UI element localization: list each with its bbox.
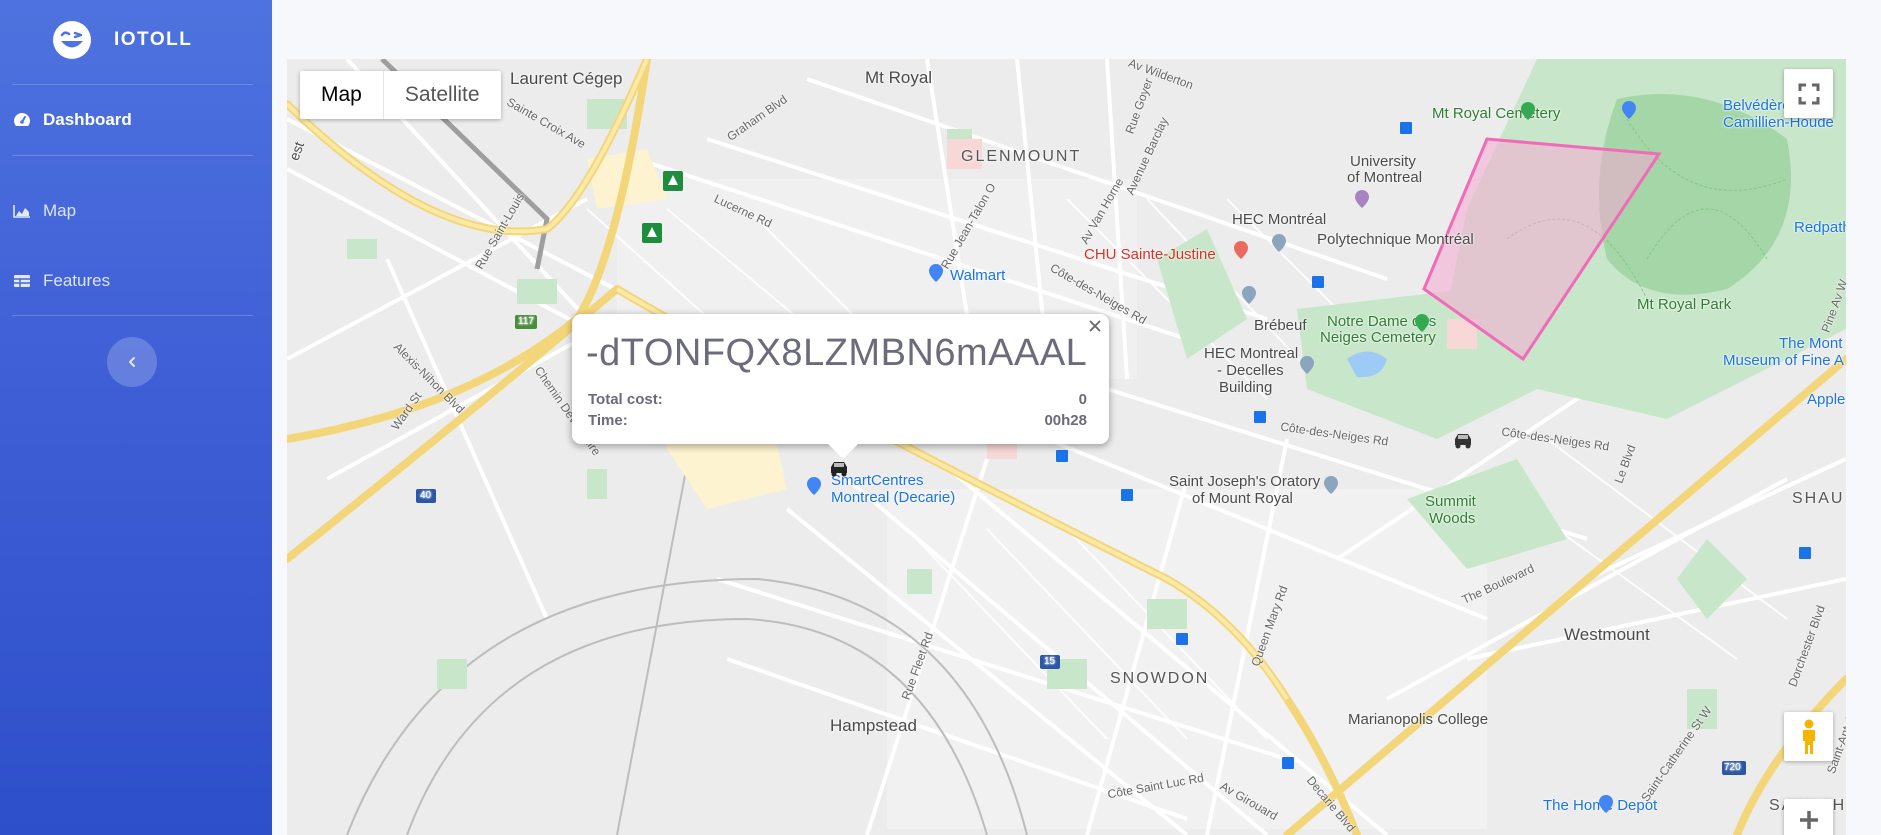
info-label: Time:	[588, 412, 628, 429]
sidebar-toggle-button[interactable]	[107, 337, 157, 387]
vehicle-id-title: -dTONFQX8LZMBN6mAAAL	[586, 332, 1088, 374]
hospital-pin-icon	[1234, 241, 1248, 259]
map-label: Museum of Fine A	[1723, 352, 1844, 369]
park-pin-icon	[1521, 102, 1535, 120]
map-label: Redpath M	[1794, 219, 1846, 236]
close-icon[interactable]	[1087, 318, 1103, 334]
brand[interactable]: IOTOLL	[52, 20, 192, 60]
info-row-total-cost: Total cost: 0	[588, 391, 1087, 408]
map-label: SNOWDON	[1110, 670, 1210, 687]
map-label: Westmount	[1564, 625, 1650, 644]
car-marker-icon[interactable]	[828, 459, 850, 477]
map-label: Building	[1219, 379, 1273, 396]
shopping-pin-icon	[929, 264, 943, 282]
map-label: of Montreal	[1347, 169, 1423, 186]
sidebar-item-features[interactable]: Features	[13, 271, 110, 291]
highway-label: 40	[420, 490, 432, 501]
info-label: Total cost:	[588, 391, 663, 408]
map-label: Summit	[1425, 493, 1476, 510]
highway-label: 720	[1724, 762, 1741, 773]
metro-icon	[1056, 450, 1068, 462]
plus-icon	[1799, 811, 1818, 829]
map-tiles	[287, 59, 1846, 835]
gauge-icon	[13, 111, 31, 129]
brand-name: IOTOLL	[114, 29, 193, 50]
train-station-icon	[642, 223, 662, 243]
map-label: Mt Royal Park	[1637, 296, 1732, 313]
highway-label: 15	[1044, 656, 1056, 667]
school-pin-icon	[1355, 190, 1369, 208]
fullscreen-button[interactable]	[1784, 69, 1833, 118]
viewpoint-pin-icon	[1622, 101, 1636, 119]
metro-icon	[1176, 633, 1188, 645]
metro-icon	[1312, 276, 1324, 288]
metro-icon	[1282, 757, 1294, 769]
map-label: SHAU	[1792, 490, 1845, 507]
pegman-icon	[1802, 719, 1815, 754]
park-pin-icon	[1415, 314, 1429, 332]
table-icon	[13, 272, 31, 290]
zoom-in-button[interactable]	[1784, 799, 1833, 835]
map-label: University	[1350, 153, 1416, 170]
area-chart-icon	[13, 202, 31, 220]
map-label: Marianopolis College	[1348, 711, 1489, 728]
sidebar-item-label: Map	[43, 201, 77, 220]
shopping-pin-icon	[1599, 795, 1613, 813]
map-label: The Mont	[1779, 335, 1843, 352]
chevron-left-icon	[129, 357, 135, 367]
sidebar-item-dashboard[interactable]: Dashboard	[13, 110, 132, 130]
metro-icon	[1799, 547, 1811, 559]
laughing-face-logo-icon	[53, 21, 91, 59]
map-label: Mt Royal Cemetery	[1432, 105, 1561, 122]
metro-icon	[1254, 411, 1266, 423]
school-pin-icon	[1300, 356, 1314, 374]
map-label: HEC Montreal	[1204, 345, 1299, 362]
info-value: 00h28	[1044, 412, 1087, 429]
map-label: Montreal (Decarie)	[831, 489, 956, 506]
shopping-pin-icon	[807, 477, 821, 495]
sidebar-divider	[12, 155, 253, 156]
map-canvas[interactable]: 117 40 15 720 Mt Royal GLENMOUNT Laurent…	[287, 59, 1846, 835]
sidebar: IOTOLL Dashboard Map Features	[0, 0, 272, 835]
school-pin-icon	[1272, 234, 1286, 252]
map-label: Polytechnique Montréal	[1317, 231, 1474, 248]
map-label: Woods	[1429, 510, 1476, 527]
landmark-pin-icon	[1324, 476, 1338, 494]
map-label: GLENMOUNT	[961, 148, 1082, 165]
vehicle-info-window: -dTONFQX8LZMBN6mAAAL Total cost: 0 Time:…	[572, 314, 1109, 459]
sidebar-divider	[12, 84, 253, 85]
map-label: Apple	[1807, 391, 1846, 408]
metro-icon	[1121, 489, 1133, 501]
map-label: Saint Joseph's Oratory	[1169, 473, 1321, 490]
info-value: 0	[1078, 391, 1087, 408]
sidebar-divider	[12, 315, 253, 316]
map-label: Belvédère	[1723, 97, 1791, 114]
metro-icon	[1400, 122, 1412, 134]
school-pin-icon	[1242, 286, 1256, 304]
map-type-control: Map Satellite	[300, 71, 501, 119]
map-label: of Mount Royal	[1192, 490, 1293, 507]
map-label: HEC Montréal	[1232, 211, 1327, 228]
highway-label: 117	[518, 316, 534, 327]
map-label: Mt Royal	[865, 68, 933, 87]
sidebar-item-label: Dashboard	[43, 110, 132, 129]
map-label: - Decelles	[1217, 362, 1284, 379]
info-row-time: Time: 00h28	[588, 412, 1087, 429]
street-view-button[interactable]	[1784, 712, 1833, 761]
map-label: Laurent Cégep	[510, 69, 623, 88]
map-label: Hampstead	[830, 716, 917, 735]
map-label: Brébeuf	[1254, 317, 1307, 334]
sidebar-item-map[interactable]: Map	[13, 201, 76, 221]
fullscreen-icon	[1798, 83, 1819, 104]
map-label: Walmart	[950, 267, 1006, 284]
train-station-icon	[663, 171, 683, 191]
sidebar-item-label: Features	[43, 271, 111, 290]
map-type-satellite-button[interactable]: Satellite	[384, 71, 501, 119]
map-label: CHU Sainte-Justine	[1084, 246, 1216, 263]
car-marker-icon[interactable]	[1452, 431, 1474, 449]
map-type-map-button[interactable]: Map	[300, 71, 384, 119]
